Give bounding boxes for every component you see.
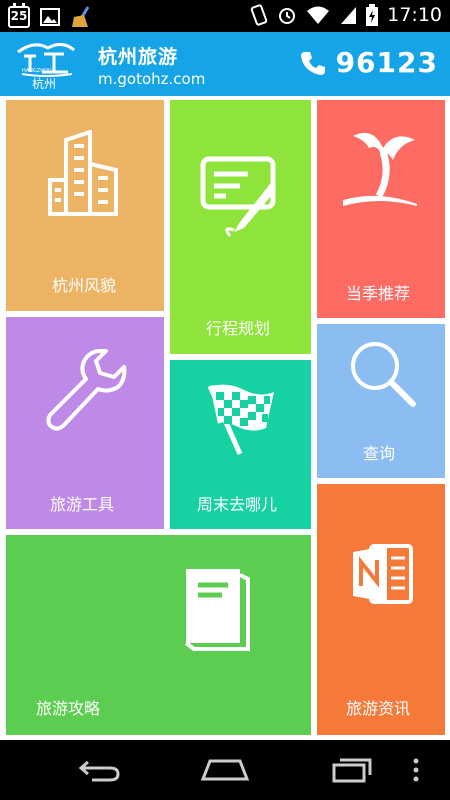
tile-label: 旅游工具 bbox=[50, 495, 115, 514]
tile-label: 周末去哪儿 bbox=[197, 495, 278, 514]
back-button[interactable] bbox=[70, 750, 130, 790]
app-title: 杭州旅游 bbox=[98, 46, 179, 68]
vibrate-icon bbox=[251, 4, 268, 26]
building-icon bbox=[48, 130, 118, 216]
tile-label: 行程规划 bbox=[206, 319, 271, 338]
tile-label: 旅游攻略 bbox=[36, 699, 101, 718]
home-button[interactable] bbox=[195, 750, 255, 790]
tile-label: 杭州风貌 bbox=[52, 276, 117, 295]
home-icon bbox=[200, 759, 250, 781]
menu-icon bbox=[413, 758, 419, 782]
app-url[interactable]: m.gotohz.com bbox=[98, 70, 205, 88]
app-header: HANGZHOU 杭州 杭州旅游 m.gotohz.com 96123 bbox=[0, 32, 450, 96]
tile-seasonal-picks[interactable]: 当季推荐 bbox=[317, 100, 445, 318]
book-icon bbox=[184, 569, 250, 651]
onenote-icon bbox=[353, 544, 413, 604]
alarm-icon bbox=[279, 8, 296, 24]
image-icon bbox=[40, 8, 60, 26]
hotline-number: 96123 bbox=[335, 46, 438, 79]
tile-label: 当季推荐 bbox=[346, 284, 411, 303]
hotline-button[interactable]: 96123 bbox=[300, 46, 438, 79]
search-icon bbox=[351, 342, 416, 407]
clock-time: 17:10 bbox=[387, 4, 442, 26]
tile-hangzhou-scenery[interactable]: 杭州风貌 bbox=[6, 100, 164, 311]
tile-label: 查询 bbox=[363, 444, 396, 463]
checkered-flag-icon bbox=[207, 384, 274, 456]
logo-small-text: HANGZHOU bbox=[22, 68, 52, 74]
wifi-icon bbox=[307, 6, 330, 24]
tile-travel-guide[interactable]: 旅游攻略 bbox=[6, 535, 311, 735]
overflow-menu-button[interactable] bbox=[396, 750, 436, 790]
signal-icon bbox=[341, 7, 357, 24]
signature-icon bbox=[200, 156, 276, 237]
tile-weekend-trips[interactable]: 周末去哪儿 bbox=[170, 360, 311, 529]
tile-travel-news[interactable]: 旅游资讯 bbox=[317, 484, 445, 735]
status-bar: 25 17:10 bbox=[0, 0, 450, 32]
tile-travel-tools[interactable]: 旅游工具 bbox=[6, 317, 164, 529]
recent-apps-icon bbox=[332, 758, 372, 783]
calendar-icon: 25 bbox=[8, 3, 30, 28]
tile-search[interactable]: 查询 bbox=[317, 324, 445, 478]
battery-icon bbox=[366, 4, 379, 26]
tile-label: 旅游资讯 bbox=[346, 699, 411, 718]
broom-icon bbox=[72, 6, 90, 27]
logo-text: 杭州 bbox=[32, 77, 57, 91]
logo[interactable]: HANGZHOU 杭州 bbox=[14, 38, 78, 91]
wrench-icon bbox=[46, 349, 127, 431]
palm-tree-icon bbox=[343, 132, 417, 206]
back-icon bbox=[78, 760, 120, 782]
system-nav-bar bbox=[0, 740, 450, 800]
recent-apps-button[interactable] bbox=[322, 750, 382, 790]
phone-icon bbox=[300, 51, 325, 75]
tile-itinerary[interactable]: 行程规划 bbox=[170, 100, 311, 354]
